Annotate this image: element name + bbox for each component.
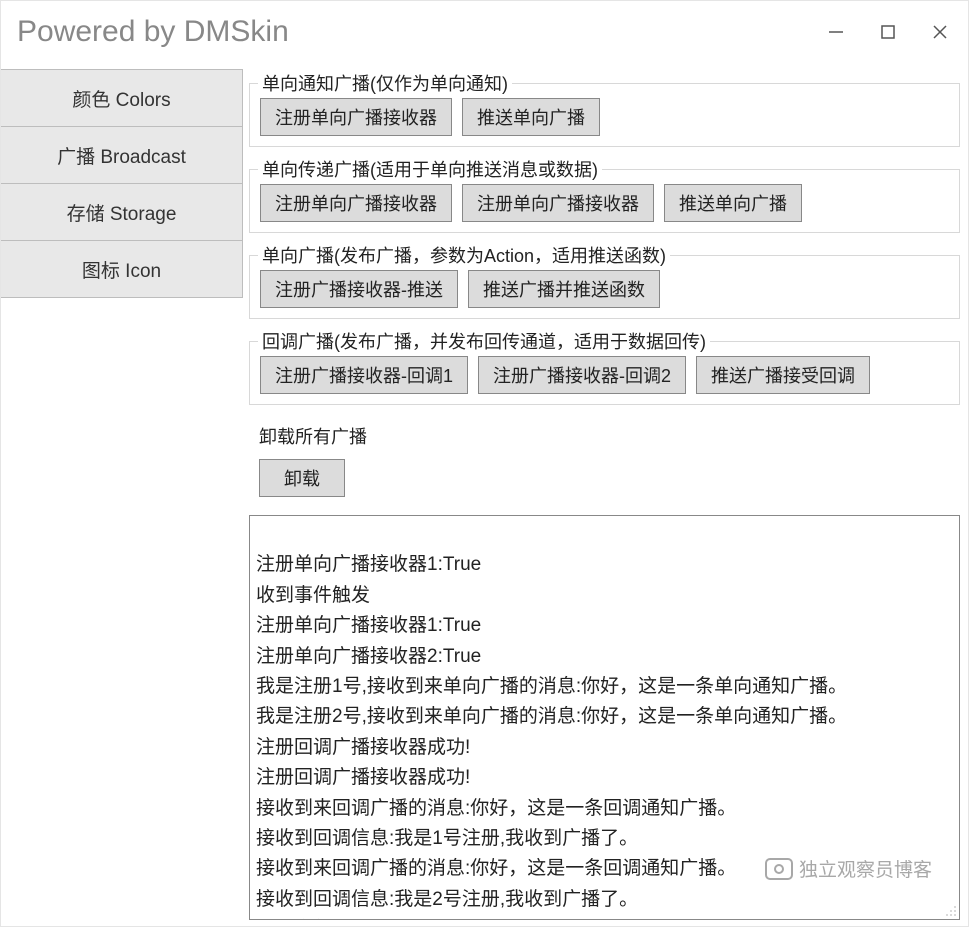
group-legend: 卸载所有广播 <box>259 423 950 449</box>
log-output[interactable]: 注册单向广播接收器1:True 收到事件触发 注册单向广播接收器1:True 注… <box>249 515 960 920</box>
maximize-button[interactable] <box>876 20 900 44</box>
sidebar-item-colors[interactable]: 颜色 Colors <box>1 69 243 127</box>
resize-grip-icon[interactable] <box>943 903 957 917</box>
sidebar-item-storage[interactable]: 存储 Storage <box>1 183 243 241</box>
group-legend: 单向广播(发布广播，参数为Action，适用推送函数) <box>258 242 670 268</box>
register-callback-receiver-1-button[interactable]: 注册广播接收器-回调1 <box>260 356 468 394</box>
sidebar-item-icon[interactable]: 图标 Icon <box>1 240 243 298</box>
register-receiver-push-button[interactable]: 注册广播接收器-推送 <box>260 270 458 308</box>
push-broadcast-receive-callback-button[interactable]: 推送广播接受回调 <box>696 356 870 394</box>
window-controls <box>824 20 952 44</box>
minimize-button[interactable] <box>824 20 848 44</box>
register-callback-receiver-2-button[interactable]: 注册广播接收器-回调2 <box>478 356 686 394</box>
group-legend: 回调广播(发布广播，并发布回传通道，适用于数据回传) <box>258 328 710 354</box>
register-oneway-receiver-2-button[interactable]: 注册单向广播接收器 <box>462 184 654 222</box>
maximize-icon <box>881 25 895 39</box>
push-oneway-broadcast-button[interactable]: 推送单向广播 <box>462 98 600 136</box>
sidebar-item-broadcast[interactable]: 广播 Broadcast <box>1 126 243 184</box>
title-bar: Powered by DMSkin <box>1 1 968 63</box>
group-oneway-notify: 单向通知广播(仅作为单向通知) 注册单向广播接收器 推送单向广播 <box>249 83 960 147</box>
register-oneway-receiver-button[interactable]: 注册单向广播接收器 <box>260 98 452 136</box>
close-button[interactable] <box>928 20 952 44</box>
group-oneway-data: 单向传递广播(适用于单向推送消息或数据) 注册单向广播接收器 注册单向广播接收器… <box>249 169 960 233</box>
sidebar-item-label: 广播 Broadcast <box>57 142 186 169</box>
group-uninstall: 卸载所有广播 卸载 <box>249 421 960 503</box>
group-legend: 单向传递广播(适用于单向推送消息或数据) <box>258 156 602 182</box>
push-broadcast-and-function-button[interactable]: 推送广播并推送函数 <box>468 270 660 308</box>
app-window: Powered by DMSkin 颜色 Colors 广播 Broadcast… <box>0 0 969 927</box>
sidebar-item-label: 图标 Icon <box>82 256 161 283</box>
sidebar-item-label: 存储 Storage <box>67 199 177 226</box>
minimize-icon <box>828 24 844 40</box>
log-text: 注册单向广播接收器1:True 收到事件触发 注册单向广播接收器1:True 注… <box>256 554 847 920</box>
window-title: Powered by DMSkin <box>17 15 824 49</box>
sidebar: 颜色 Colors 广播 Broadcast 存储 Storage 图标 Ico… <box>1 63 243 926</box>
group-legend: 单向通知广播(仅作为单向通知) <box>258 70 512 96</box>
uninstall-button[interactable]: 卸载 <box>259 459 345 497</box>
push-oneway-broadcast-button[interactable]: 推送单向广播 <box>664 184 802 222</box>
register-oneway-receiver-1-button[interactable]: 注册单向广播接收器 <box>260 184 452 222</box>
close-icon <box>932 24 948 40</box>
group-oneway-action: 单向广播(发布广播，参数为Action，适用推送函数) 注册广播接收器-推送 推… <box>249 255 960 319</box>
body: 颜色 Colors 广播 Broadcast 存储 Storage 图标 Ico… <box>1 63 968 926</box>
group-callback-broadcast: 回调广播(发布广播，并发布回传通道，适用于数据回传) 注册广播接收器-回调1 注… <box>249 341 960 405</box>
sidebar-item-label: 颜色 Colors <box>72 85 170 112</box>
main-panel: 单向通知广播(仅作为单向通知) 注册单向广播接收器 推送单向广播 单向传递广播(… <box>243 63 968 926</box>
